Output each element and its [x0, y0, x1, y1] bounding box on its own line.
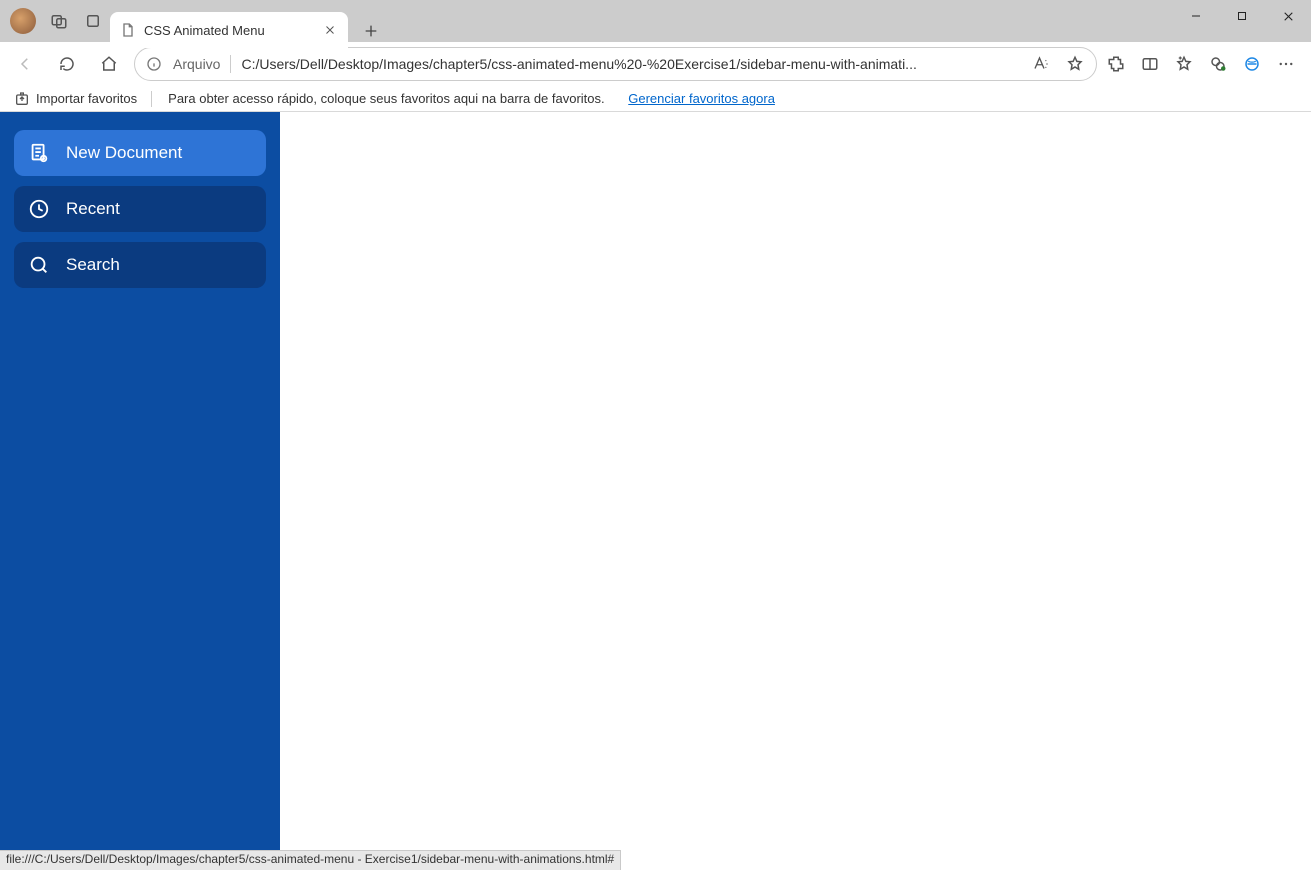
window-minimize-button[interactable]	[1173, 0, 1219, 32]
window-maximize-button[interactable]	[1219, 0, 1265, 32]
home-button[interactable]	[92, 47, 126, 81]
addressbar-right-icons	[1030, 53, 1086, 75]
sidebar-item-search[interactable]: Search	[14, 242, 266, 288]
main-area	[280, 112, 1311, 870]
sidebar-item-new-document[interactable]: New Document	[14, 130, 266, 176]
read-aloud-icon[interactable]	[1030, 53, 1052, 75]
sidebar-item-label: New Document	[66, 143, 182, 163]
window-controls	[1173, 0, 1311, 42]
new-document-icon	[28, 142, 50, 164]
search-icon	[28, 254, 50, 276]
favorites-icon[interactable]	[1173, 53, 1195, 75]
clock-icon	[28, 198, 50, 220]
profile-avatar[interactable]	[10, 8, 36, 34]
split-screen-icon[interactable]	[1139, 53, 1161, 75]
tab-actions-icon[interactable]	[82, 10, 104, 32]
status-bar: file:///C:/Users/Dell/Desktop/Images/cha…	[0, 850, 621, 870]
site-info-icon[interactable]	[145, 55, 163, 73]
window-close-button[interactable]	[1265, 0, 1311, 32]
page-content: New Document Recent Search file:///C:/Us…	[0, 112, 1311, 870]
sidebar-menu: New Document Recent Search	[0, 112, 280, 870]
back-button[interactable]	[8, 47, 42, 81]
toolbar-right	[1105, 53, 1303, 75]
favorite-star-icon[interactable]	[1064, 53, 1086, 75]
address-bar[interactable]: Arquivo C:/Users/Dell/Desktop/Images/cha…	[134, 47, 1097, 81]
browser-tab[interactable]: CSS Animated Menu	[110, 12, 348, 48]
favorites-hint: Para obter acesso rápido, coloque seus f…	[168, 91, 604, 106]
new-tab-button[interactable]	[356, 16, 386, 46]
address-divider	[230, 55, 231, 73]
extensions-icon[interactable]	[1105, 53, 1127, 75]
favbar-divider	[151, 91, 152, 107]
refresh-button[interactable]	[50, 47, 84, 81]
titlebar: CSS Animated Menu	[0, 0, 1311, 42]
address-url: C:/Users/Dell/Desktop/Images/chapter5/cs…	[241, 56, 1020, 72]
collections-icon[interactable]	[1207, 53, 1229, 75]
sidebar-item-recent[interactable]: Recent	[14, 186, 266, 232]
tab-close-button[interactable]	[322, 22, 338, 38]
import-favorites-label: Importar favoritos	[36, 91, 137, 106]
manage-favorites-link[interactable]: Gerenciar favoritos agora	[628, 91, 775, 106]
settings-more-icon[interactable]	[1275, 53, 1297, 75]
favorites-bar: Importar favoritos Para obter acesso ráp…	[0, 86, 1311, 112]
address-scheme-label: Arquivo	[173, 56, 220, 72]
file-icon	[120, 22, 136, 38]
workspaces-icon[interactable]	[48, 10, 70, 32]
toolbar: Arquivo C:/Users/Dell/Desktop/Images/cha…	[0, 42, 1311, 86]
sidebar-item-label: Search	[66, 255, 120, 275]
titlebar-left	[0, 0, 104, 42]
tab-title: CSS Animated Menu	[144, 23, 265, 38]
sidebar-item-label: Recent	[66, 199, 120, 219]
import-favorites-button[interactable]: Importar favoritos	[14, 91, 137, 107]
ie-mode-icon[interactable]	[1241, 53, 1263, 75]
